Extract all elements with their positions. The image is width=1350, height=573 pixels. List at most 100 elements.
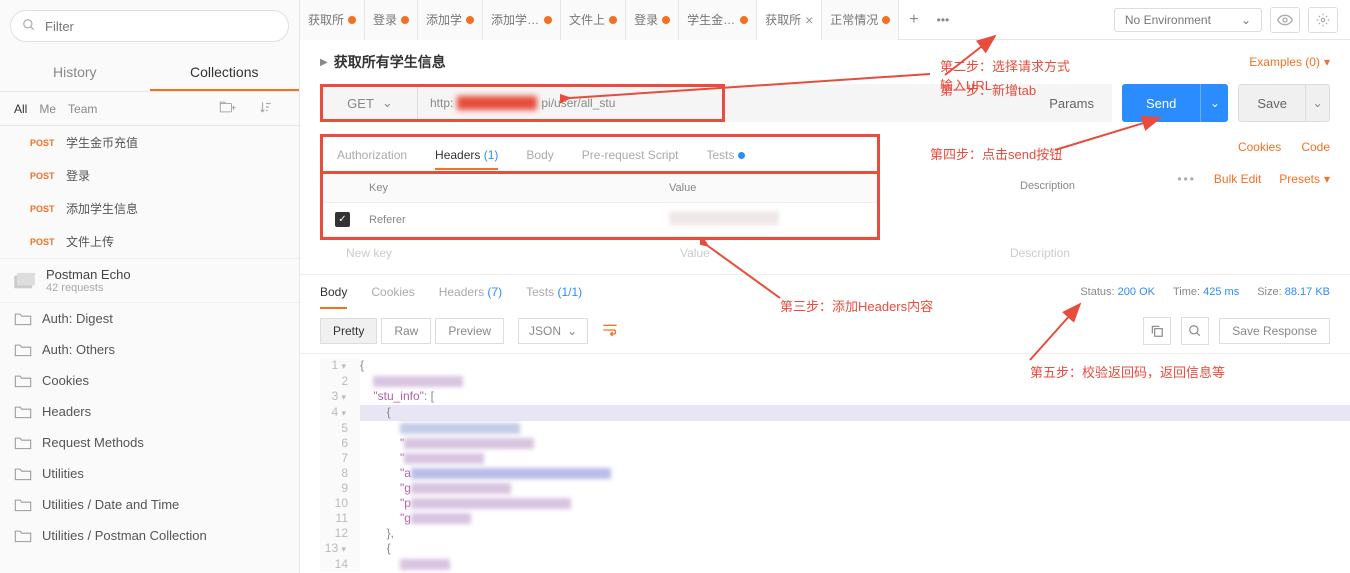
- res-tab-tests[interactable]: Tests (1/1): [526, 285, 582, 299]
- checkbox-icon[interactable]: ✓: [335, 212, 350, 227]
- request-tab[interactable]: 学生金币充值: [679, 0, 757, 40]
- scope-all[interactable]: All: [14, 102, 27, 116]
- tab-collections[interactable]: Collections: [150, 52, 300, 91]
- col-value: Value: [657, 174, 877, 202]
- tab-tests[interactable]: Tests: [706, 148, 744, 162]
- res-tab-cookies[interactable]: Cookies: [371, 285, 414, 299]
- new-tab-button[interactable]: +: [899, 11, 928, 29]
- close-icon[interactable]: ×: [805, 12, 813, 28]
- unsaved-dot-icon: [401, 16, 409, 24]
- tab-body[interactable]: Body: [526, 148, 553, 162]
- folder-item[interactable]: Utilities / Date and Time: [0, 489, 299, 520]
- code-link[interactable]: Code: [1301, 140, 1330, 154]
- collection-icon: [14, 272, 36, 290]
- res-tab-body[interactable]: Body: [320, 285, 347, 299]
- folder-item[interactable]: Headers: [0, 396, 299, 427]
- response-body[interactable]: 1 ▾{ 2 3 ▾ "stu_info": [ 4 ▾ { 5 6 " 7 "…: [300, 354, 1350, 572]
- examples-dropdown[interactable]: Examples (0)▾: [1249, 55, 1330, 69]
- format-select[interactable]: JSON⌄: [518, 318, 588, 344]
- tab-prerequest[interactable]: Pre-request Script: [582, 148, 679, 162]
- tab-options-icon[interactable]: •••: [929, 13, 958, 27]
- status-label: Status: 200 OK: [1080, 286, 1155, 298]
- folder-item[interactable]: Request Methods: [0, 427, 299, 458]
- chevron-down-icon: ⌄: [1241, 13, 1251, 27]
- filter-input[interactable]: [10, 10, 289, 42]
- more-columns-icon[interactable]: •••: [1177, 172, 1196, 186]
- cookies-link[interactable]: Cookies: [1238, 140, 1281, 154]
- collection-postman-echo[interactable]: Postman Echo42 requests: [0, 258, 299, 303]
- header-key-input[interactable]: Referer: [357, 206, 657, 234]
- env-settings-icon[interactable]: [1308, 7, 1338, 33]
- params-button[interactable]: Params: [1031, 84, 1112, 122]
- save-options-button[interactable]: ⌄: [1306, 84, 1330, 122]
- folder-item[interactable]: Utilities: [0, 458, 299, 489]
- tab-history[interactable]: History: [0, 52, 150, 91]
- copy-icon[interactable]: [1143, 317, 1171, 345]
- main-area: 获取所 登录 添加学 添加学生信 文件上 登录 学生金币充值 获取所× 正常情况…: [300, 0, 1350, 573]
- preview-button[interactable]: Preview: [435, 318, 504, 344]
- chevron-down-icon: ⌄: [382, 95, 393, 111]
- request-tab[interactable]: 获取所: [300, 0, 365, 40]
- res-tab-headers[interactable]: Headers (7): [439, 285, 502, 299]
- unsaved-dot-icon: [466, 16, 474, 24]
- url-input-extension[interactable]: [725, 84, 1031, 122]
- save-button[interactable]: Save: [1238, 84, 1306, 122]
- raw-button[interactable]: Raw: [381, 318, 431, 344]
- wrap-lines-icon[interactable]: [602, 323, 618, 340]
- new-value-input[interactable]: Value: [680, 246, 1010, 260]
- method-select[interactable]: GET⌄: [323, 87, 418, 119]
- request-tab[interactable]: 获取所×: [757, 0, 822, 40]
- search-icon: [22, 18, 36, 35]
- scope-team[interactable]: Team: [68, 102, 97, 116]
- search-response-icon[interactable]: [1181, 317, 1209, 345]
- new-desc-input[interactable]: Description: [1010, 246, 1070, 260]
- chevron-down-icon: ⌄: [567, 324, 577, 338]
- time-label: Time: 425 ms: [1173, 286, 1239, 298]
- tab-authorization[interactable]: Authorization: [337, 148, 407, 162]
- new-key-input[interactable]: New key: [346, 246, 680, 260]
- unsaved-dot-icon: [662, 16, 670, 24]
- request-item[interactable]: POST学生金币充值: [0, 126, 299, 159]
- request-tab[interactable]: 登录: [365, 0, 418, 40]
- scope-me[interactable]: Me: [39, 102, 56, 116]
- new-collection-icon[interactable]: [219, 100, 237, 117]
- tests-indicator-icon: [738, 152, 745, 159]
- request-tab[interactable]: 文件上: [561, 0, 626, 40]
- request-tab[interactable]: 添加学生信: [483, 0, 561, 40]
- folder-icon: [14, 436, 32, 450]
- folder-item[interactable]: Cookies: [0, 365, 299, 396]
- bulk-edit-link[interactable]: Bulk Edit: [1214, 172, 1261, 186]
- environment-select[interactable]: No Environment⌄: [1114, 8, 1262, 32]
- request-tab[interactable]: 登录: [626, 0, 679, 40]
- folder-icon: [14, 467, 32, 481]
- sidebar: History Collections All Me Team POST学生金币…: [0, 0, 300, 573]
- headers-table: Key Value ✓ Referer: [320, 171, 880, 240]
- header-value-input[interactable]: [657, 203, 877, 236]
- request-item[interactable]: POST登录: [0, 159, 299, 192]
- folder-item[interactable]: Auth: Others: [0, 334, 299, 365]
- header-row[interactable]: ✓ Referer: [323, 203, 877, 237]
- sort-icon[interactable]: [259, 100, 273, 117]
- request-item[interactable]: POST文件上传: [0, 225, 299, 258]
- collapse-caret-icon[interactable]: ▶: [320, 57, 328, 68]
- unsaved-dot-icon: [609, 16, 617, 24]
- caret-down-icon: ▾: [1324, 55, 1330, 69]
- pretty-button[interactable]: Pretty: [320, 318, 377, 344]
- url-input[interactable]: http:pi/user/all_stu: [418, 87, 722, 119]
- folder-item[interactable]: Utilities / Postman Collection: [0, 520, 299, 551]
- folder-item[interactable]: Auth: Digest: [0, 303, 299, 334]
- presets-dropdown[interactable]: Presets▾: [1279, 172, 1330, 186]
- request-title[interactable]: 获取所有学生信息: [334, 52, 446, 72]
- request-item[interactable]: POST添加学生信息: [0, 192, 299, 225]
- col-key: Key: [357, 174, 657, 202]
- folder-icon: [14, 374, 32, 388]
- caret-down-icon: ▾: [1324, 172, 1330, 186]
- tab-headers[interactable]: Headers (1): [435, 148, 498, 162]
- request-tab[interactable]: 正常情况: [822, 0, 899, 40]
- send-button[interactable]: Send: [1122, 84, 1200, 122]
- request-tab[interactable]: 添加学: [418, 0, 483, 40]
- folder-icon: [14, 312, 32, 326]
- save-response-button[interactable]: Save Response: [1219, 318, 1330, 344]
- send-options-button[interactable]: ⌄: [1200, 84, 1228, 122]
- env-preview-icon[interactable]: [1270, 7, 1300, 33]
